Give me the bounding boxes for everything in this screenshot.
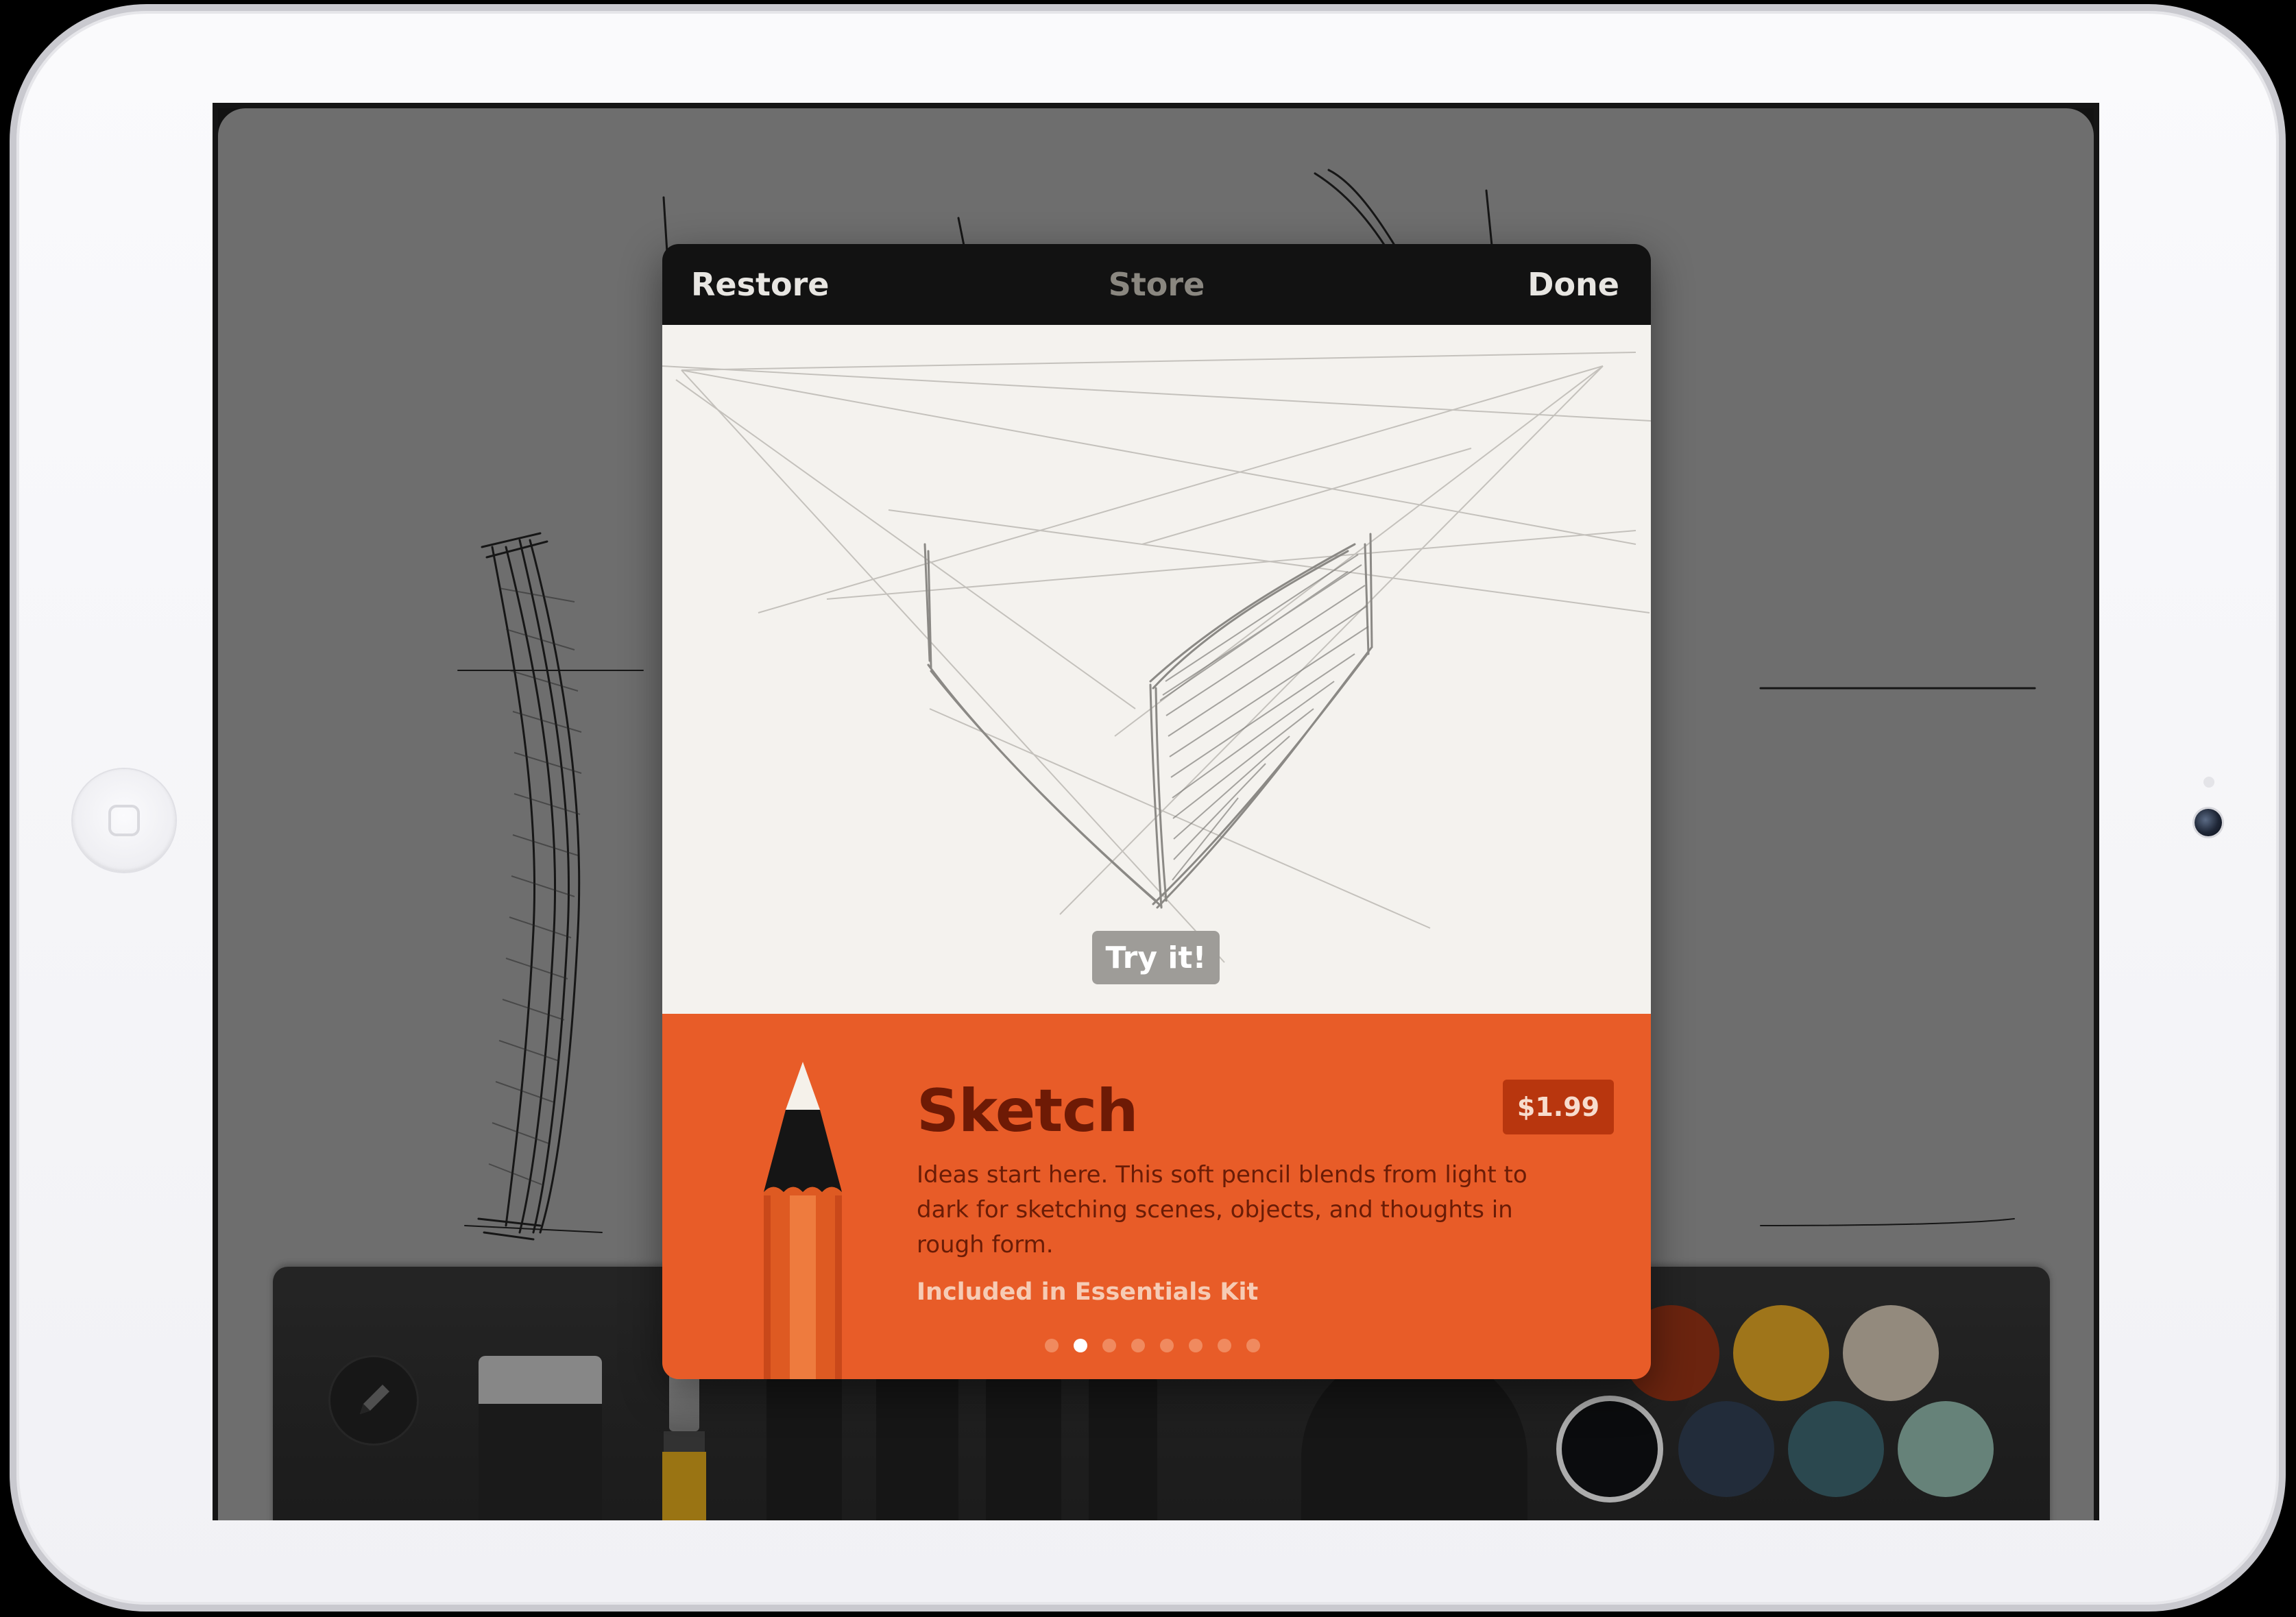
done-button[interactable]: Done bbox=[1527, 266, 1619, 303]
product-card: Sketch $1.99 Ideas start here. This soft… bbox=[662, 1014, 1651, 1379]
page-dot[interactable] bbox=[1246, 1339, 1260, 1352]
page-indicator[interactable] bbox=[1045, 1339, 1260, 1352]
page-dot[interactable] bbox=[1189, 1339, 1203, 1352]
page-dot-active[interactable] bbox=[1074, 1339, 1087, 1352]
kit-label[interactable]: Included in Essentials Kit bbox=[917, 1278, 1258, 1306]
restore-button[interactable]: Restore bbox=[691, 266, 829, 303]
pencil-icon bbox=[764, 1062, 842, 1379]
store-modal: Restore Store Done Try it! Sketch $1.99 … bbox=[662, 244, 1651, 1379]
page-dot[interactable] bbox=[1160, 1339, 1174, 1352]
home-square-icon bbox=[108, 805, 140, 836]
price-button[interactable]: $1.99 bbox=[1503, 1080, 1614, 1134]
tool-preview-canvas[interactable] bbox=[662, 325, 1651, 1014]
page-dot[interactable] bbox=[1102, 1339, 1116, 1352]
page-dot[interactable] bbox=[1218, 1339, 1231, 1352]
store-header: Restore Store Done bbox=[662, 244, 1651, 325]
product-description: Ideas start here. This soft pencil blend… bbox=[917, 1161, 1527, 1259]
page-dot[interactable] bbox=[1045, 1339, 1059, 1352]
page-dot[interactable] bbox=[1131, 1339, 1145, 1352]
try-it-button[interactable]: Try it! bbox=[1092, 931, 1220, 984]
camera-icon bbox=[2195, 809, 2222, 836]
home-button[interactable] bbox=[73, 769, 176, 872]
perspective-sketch bbox=[662, 352, 1651, 963]
light-sensor bbox=[2203, 777, 2214, 788]
product-name: Sketch bbox=[917, 1077, 1138, 1145]
